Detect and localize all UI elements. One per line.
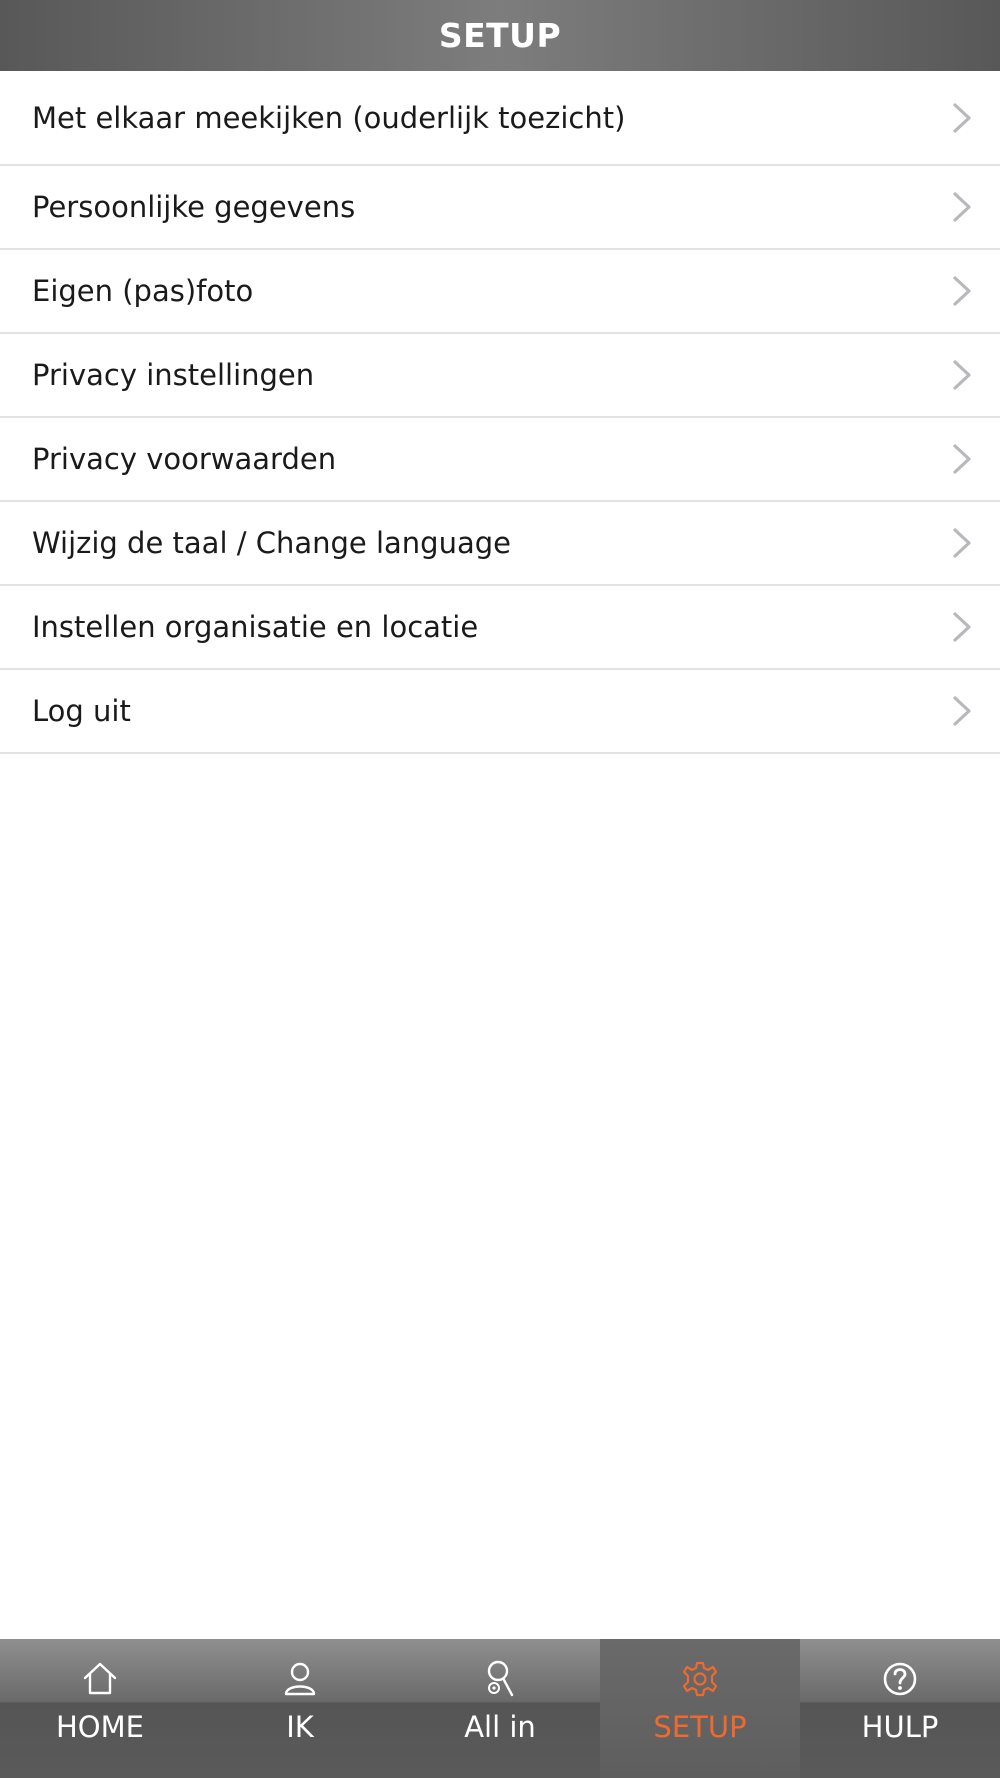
menu-item-change-language[interactable]: Wijzig de taal / Change language [0, 502, 1000, 586]
tab-home[interactable]: HOME [0, 1639, 200, 1778]
menu-item-privacy-instellingen[interactable]: Privacy instellingen [0, 334, 1000, 418]
chevron-right-icon [953, 276, 971, 306]
menu-item-persoonlijke-gegevens[interactable]: Persoonlijke gegevens [0, 166, 1000, 250]
menu-item-label: Log uit [32, 694, 131, 728]
app-screen: SETUP Met elkaar meekijken (ouderlijk to… [0, 0, 1000, 1778]
header-bar: SETUP [0, 0, 1000, 71]
chevron-right-icon [953, 102, 971, 133]
chevron-right-icon [953, 360, 971, 390]
menu-item-ouderlijk-toezicht[interactable]: Met elkaar meekijken (ouderlijk toezicht… [0, 71, 1000, 166]
home-icon [83, 1662, 117, 1695]
tab-ik[interactable]: IK [200, 1639, 400, 1778]
tab-hulp[interactable]: HULP [800, 1639, 1000, 1778]
menu-item-pasfoto[interactable]: Eigen (pas)foto [0, 250, 1000, 334]
tab-label: HOME [56, 1710, 144, 1744]
menu-item-label: Instellen organisatie en locatie [32, 610, 479, 644]
user-icon [284, 1662, 316, 1696]
chevron-right-icon [953, 528, 971, 558]
page-title: SETUP [438, 16, 562, 55]
bottom-tab-bar: HOME IK All in SETUP HULP [0, 1639, 1000, 1778]
settings-menu: Met elkaar meekijken (ouderlijk toezicht… [0, 71, 1000, 754]
menu-item-label: Met elkaar meekijken (ouderlijk toezicht… [32, 100, 626, 135]
menu-item-organisatie-locatie[interactable]: Instellen organisatie en locatie [0, 586, 1000, 670]
chevron-right-icon [953, 192, 971, 222]
tab-label: SETUP [653, 1710, 747, 1744]
menu-item-label: Wijzig de taal / Change language [32, 526, 511, 560]
menu-item-label: Persoonlijke gegevens [32, 190, 356, 224]
chevron-right-icon [953, 612, 971, 642]
menu-item-log-uit[interactable]: Log uit [0, 670, 1000, 754]
tab-all-in[interactable]: All in [400, 1639, 600, 1778]
tab-label: All in [464, 1710, 536, 1744]
tab-label: HULP [861, 1710, 939, 1744]
tab-label: IK [286, 1710, 314, 1744]
menu-item-label: Privacy voorwaarden [32, 442, 337, 476]
chevron-right-icon [953, 696, 971, 726]
menu-item-label: Privacy instellingen [32, 358, 315, 392]
chevron-right-icon [953, 444, 971, 474]
menu-item-label: Eigen (pas)foto [32, 274, 254, 308]
help-icon [883, 1662, 917, 1696]
menu-item-privacy-voorwaarden[interactable]: Privacy voorwaarden [0, 418, 1000, 502]
gear-icon [682, 1661, 718, 1697]
search-people-icon [487, 1660, 514, 1697]
tab-setup[interactable]: SETUP [600, 1639, 800, 1778]
